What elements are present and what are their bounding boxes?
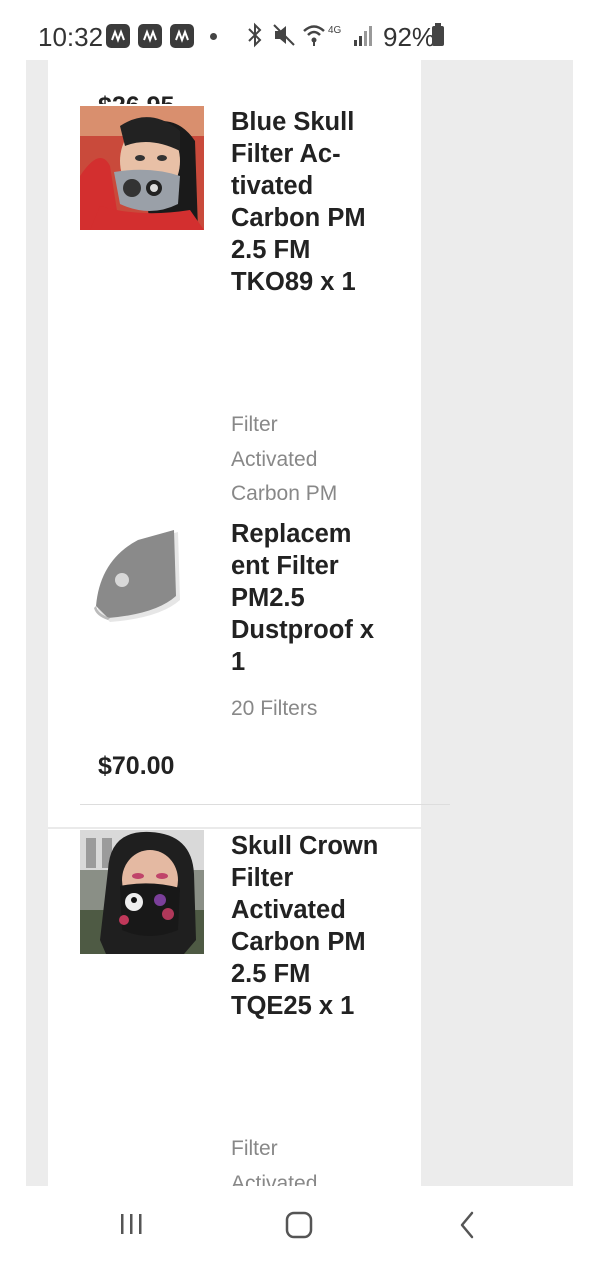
divider (48, 827, 421, 829)
app-notification-icon (138, 24, 162, 48)
more-notifications-icon (210, 33, 217, 40)
back-icon[interactable] (452, 1208, 484, 1242)
signal-icon (354, 26, 372, 46)
divider (80, 804, 450, 805)
app-notification-icon (170, 24, 194, 48)
app-notification-icon (106, 24, 130, 48)
cart-total: $70.00 (98, 752, 175, 780)
product-variant: 20 Filters (231, 697, 318, 720)
product-image[interactable] (80, 830, 204, 954)
clock: 10:32 (38, 22, 104, 52)
product-variant: Filter Activated (231, 1137, 318, 1186)
product-image[interactable] (80, 522, 204, 646)
battery-percent: 92% (383, 22, 436, 52)
cart-panel: $26.95 Blue Skull Filter Ac-tivated Carb… (48, 60, 421, 1186)
product-variant: Filter Activated Carbon PM (231, 413, 338, 505)
product-title[interactable]: Replacem ent Filter PM2.5 Dustproof x 1 (231, 518, 381, 678)
product-title[interactable]: Skull Crown Filter Activated Carbon PM 2… (231, 830, 381, 1022)
product-title[interactable]: Blue Skull Filter Ac-tivated Carbon PM 2… (231, 106, 381, 298)
item-price-partial: $26.95 (98, 94, 174, 104)
mute-icon (273, 24, 295, 46)
wifi-icon (303, 25, 325, 46)
status-bar: 10:32 4G 92% (0, 0, 600, 60)
product-image[interactable] (80, 106, 204, 230)
recents-icon[interactable] (116, 1208, 148, 1240)
bluetooth-icon (248, 22, 262, 48)
navigation-bar (0, 1186, 600, 1266)
svg-text:4G: 4G (328, 25, 342, 36)
home-icon[interactable] (283, 1208, 317, 1242)
lte-icon: 4G (328, 25, 342, 36)
battery-icon (432, 23, 444, 46)
